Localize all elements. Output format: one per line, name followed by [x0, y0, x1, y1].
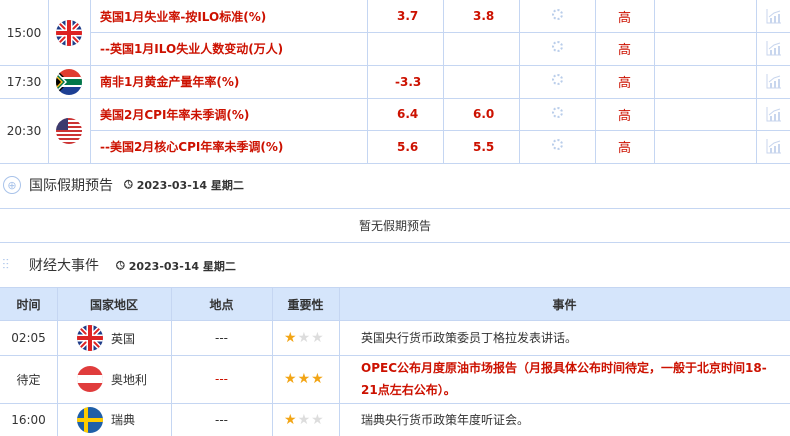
star-icon: ★ [311, 371, 324, 387]
indicator-importance: 高 [617, 141, 631, 156]
chart-icon[interactable] [766, 7, 782, 25]
star-icon: ★ [284, 411, 297, 428]
events-date-text: 2023-03-14 星期二 [128, 260, 236, 273]
flag-icon-za [56, 68, 82, 95]
event-importance: ★ ★ ★ [284, 403, 324, 436]
indicator-event[interactable]: --英国1月ILO失业人数变动(万人) [100, 32, 283, 65]
indicator-importance: 高 [617, 10, 631, 26]
indicator-event[interactable]: --美国2月核心CPI年率未季调(%) [100, 130, 283, 163]
flag-icon-se [77, 406, 103, 433]
event-description: 英国央行货币政策委员丁格拉发表讲话。 [361, 331, 578, 345]
event-time: 16:00 [11, 412, 46, 427]
loading-icon [552, 139, 563, 150]
header-importance: 重要性 [287, 297, 324, 312]
indicator-time: 20:30 [6, 123, 42, 138]
flag-icon-uk [56, 19, 82, 46]
flag-icon-at [77, 366, 103, 392]
chart-icon[interactable] [766, 72, 782, 90]
holiday-date-text: 2023-03-14 星期二 [136, 179, 244, 192]
flag-icon-us [56, 117, 82, 144]
indicator-time: 17:30 [6, 74, 42, 89]
header-event: 事件 [552, 297, 577, 312]
indicator-actual: 6.4 [397, 107, 419, 121]
star-icon: ★ [297, 330, 311, 346]
indicator-importance: 高 [617, 76, 631, 91]
event-time: 02:05 [11, 331, 46, 345]
event-description: 瑞典央行货币政策年度听证会。 [361, 412, 530, 427]
events-title: 财经大事件 [29, 258, 99, 274]
globe-icon: ⊕ [3, 176, 21, 194]
star-icon: ★ [297, 411, 311, 428]
indicator-previous: 5.5 [473, 139, 495, 154]
indicator-event[interactable]: 南非1月黄金产量年率(%) [100, 65, 239, 98]
indicator-importance: 高 [617, 43, 631, 58]
events-date: 🕓︎ 2023-03-14 星期二 [116, 259, 236, 273]
loading-icon [552, 74, 563, 85]
sliders-icon: ⫶⫶ [2, 257, 9, 273]
event-place: --- [215, 331, 228, 345]
header-country: 国家地区 [89, 297, 138, 312]
flag-icon-uk [77, 325, 103, 351]
event-country: 奥地利 [111, 372, 148, 387]
star-icon: ★ [297, 371, 311, 387]
event-time: 待定 [16, 372, 41, 387]
holiday-empty: 暂无假期预告 [358, 219, 431, 233]
event-country: 瑞典 [111, 413, 136, 427]
clock-icon: 🕓︎ [124, 178, 133, 191]
event-importance: ★ ★ ★ [284, 355, 324, 403]
star-icon: ★ [284, 330, 297, 346]
chart-icon[interactable] [766, 137, 782, 155]
indicator-time: 15:00 [6, 25, 42, 40]
event-place: --- [215, 372, 228, 386]
star-icon: ★ [311, 330, 324, 346]
star-icon: ★ [311, 411, 324, 428]
holiday-date: 🕓︎ 2023-03-14 星期二 [124, 178, 244, 192]
indicator-event[interactable]: 美国2月CPI年率未季调(%) [100, 98, 249, 130]
indicator-previous: 3.8 [473, 9, 495, 23]
indicator-previous: 6.0 [473, 107, 495, 121]
star-icon: ★ [284, 371, 297, 387]
holiday-title: 国际假期预告 [29, 178, 113, 194]
loading-icon [552, 41, 563, 52]
header-place: 地点 [209, 297, 234, 312]
chart-icon[interactable] [766, 105, 782, 123]
header-time: 时间 [16, 297, 41, 312]
clock-icon: 🕓︎ [116, 259, 125, 272]
indicator-importance: 高 [617, 108, 631, 124]
chart-icon[interactable] [766, 39, 782, 57]
loading-icon [552, 107, 563, 118]
event-importance: ★ ★ ★ [284, 321, 324, 355]
indicator-actual: 5.6 [397, 139, 419, 154]
indicator-actual: 3.7 [397, 9, 419, 23]
indicator-event[interactable]: 英国1月失业率-按ILO标准(%) [100, 0, 266, 32]
event-description: OPEC公布月度原油市场报告（月报具体公布时间待定，一般于北京时间18-21点左… [361, 361, 767, 397]
loading-icon [552, 9, 563, 20]
event-country: 英国 [111, 331, 136, 346]
event-place: --- [215, 412, 228, 427]
indicator-actual: -3.3 [395, 74, 422, 89]
